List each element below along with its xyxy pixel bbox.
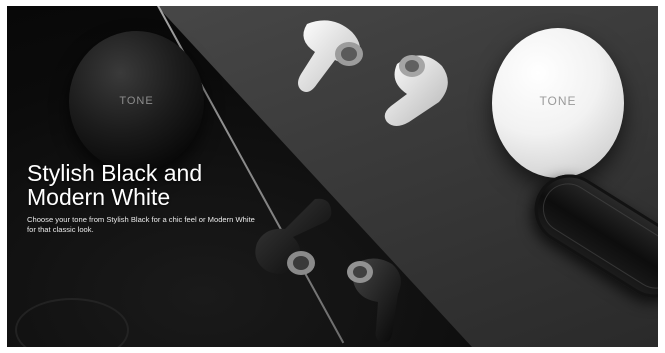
banner-description: Choose your tone from Stylish Black for … xyxy=(27,215,255,234)
white-case-logo: TONE xyxy=(539,94,577,108)
banner-text: Stylish Black and Modern White Choose yo… xyxy=(27,161,267,235)
black-case-logo: TONE xyxy=(119,95,154,107)
white-charging-case-image: TONE xyxy=(492,28,624,178)
black-earbud-right-image xyxy=(347,258,401,343)
white-earbud-right-image xyxy=(384,55,448,126)
hero-banner: TONE TONE Stylish Black and Modern White… xyxy=(7,6,658,347)
banner-headline: Stylish Black and Modern White xyxy=(27,161,267,209)
headline-line-1: Stylish Black and xyxy=(27,160,203,186)
headline-line-2: Modern White xyxy=(27,184,171,210)
black-charging-case-image: TONE xyxy=(69,31,204,171)
